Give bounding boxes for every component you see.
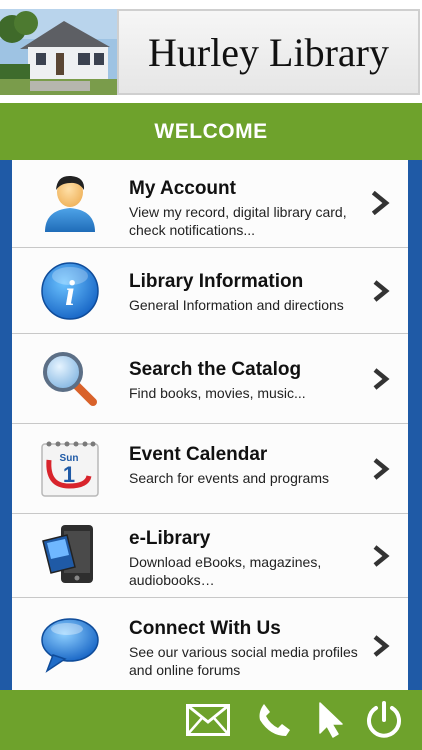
welcome-banner: WELCOME	[0, 103, 422, 160]
menu-item-title: Library Information	[129, 271, 304, 292]
info-icon: i	[39, 260, 101, 322]
power-icon[interactable]	[362, 698, 406, 742]
user-icon	[39, 172, 101, 234]
menu-item-subtitle: Search for events and programs	[129, 470, 329, 486]
menu-item-library-information[interactable]: i Library Information General Informatio…	[12, 248, 408, 334]
menu-item-my-account[interactable]: My Account View my record, digital libra…	[12, 160, 408, 248]
menu-item-text: Connect With Us See our various social m…	[129, 617, 360, 679]
menu-item-subtitle: General Information and directions	[129, 297, 344, 313]
chevron-right-icon	[372, 544, 390, 568]
library-building-photo	[0, 9, 117, 95]
menu-item-subtitle: See our various social media profiles an…	[129, 644, 358, 678]
ebook-reader-icon	[39, 523, 101, 585]
calendar-icon: Sun 1	[39, 438, 101, 500]
chevron-right-icon	[371, 190, 390, 216]
magnifier-icon	[39, 348, 101, 410]
chevron-right-icon	[372, 279, 390, 303]
menu-item-event-calendar[interactable]: Sun 1 Event Calendar Search for events a…	[12, 424, 408, 514]
menu-item-subtitle: Find books, movies, music...	[129, 385, 306, 401]
menu-item-connect-with-us[interactable]: Connect With Us See our various social m…	[12, 598, 408, 690]
footer-toolbar	[0, 690, 422, 750]
menu-item-title: Search the Catalog	[129, 359, 302, 380]
chevron-right-icon	[372, 367, 390, 391]
app-header: Hurley Library	[0, 0, 422, 102]
menu-item-title: Event Calendar	[129, 444, 268, 465]
menu-item-title: Connect With Us	[129, 618, 281, 639]
menu-item-title: My Account	[129, 178, 236, 199]
phone-icon[interactable]	[252, 698, 296, 742]
menu-list: My Account View my record, digital libra…	[12, 160, 408, 690]
speech-bubble-icon	[39, 615, 101, 677]
menu-item-search-catalog[interactable]: Search the Catalog Find books, movies, m…	[12, 334, 408, 424]
chevron-right-icon	[372, 457, 390, 481]
menu-item-subtitle: Download eBooks, magazines, audiobooks…	[129, 554, 322, 588]
chevron-right-icon	[372, 634, 390, 658]
menu-item-title: e-Library	[129, 528, 211, 549]
menu-item-text: Search the Catalog Find books, movies, m…	[129, 358, 360, 402]
calendar-date-label: 1	[63, 462, 75, 487]
email-icon[interactable]	[186, 698, 230, 742]
menu-item-text: My Account View my record, digital libra…	[129, 177, 360, 239]
svg-text:i: i	[65, 273, 75, 313]
menu-item-subtitle: View my record, digital library card, ch…	[129, 204, 347, 238]
pointer-icon[interactable]	[310, 698, 354, 742]
menu-item-e-library[interactable]: e-Library Download eBooks, magazines, au…	[12, 514, 408, 598]
menu-item-text: e-Library Download eBooks, magazines, au…	[129, 527, 360, 589]
library-name: Hurley Library	[117, 9, 420, 95]
menu-item-text: Event Calendar Search for events and pro…	[129, 443, 360, 487]
menu-item-text: Library Information General Information …	[129, 270, 360, 314]
